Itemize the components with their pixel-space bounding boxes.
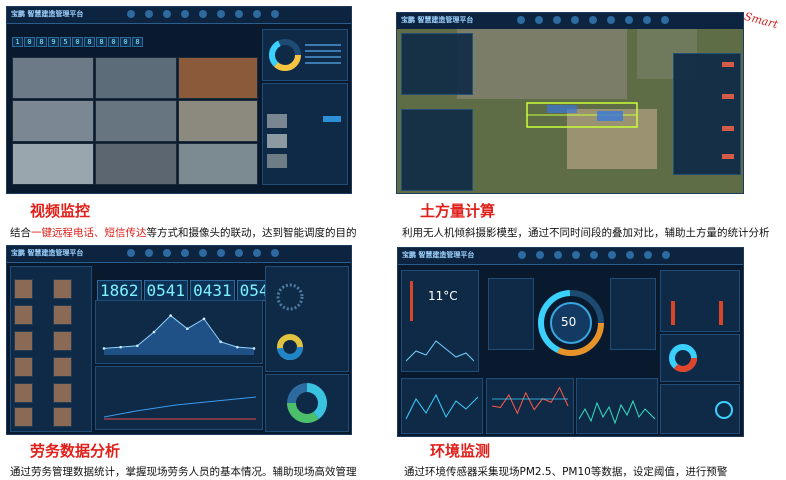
area-fill [104,315,254,355]
top-bar: 宝鹏 智慧建造管理平台 [7,246,351,263]
counter-digit: 8 [36,37,47,47]
labor-trend-panel [95,300,263,364]
data-point [236,345,239,349]
top-bar: 宝鹏 智慧建造管理平台 [397,13,743,30]
attendance-line-chart [103,396,257,420]
counter-digit: 5 [60,37,71,47]
top-bar: 宝鹏 智慧建造管理平台 [398,248,743,265]
data-point [136,344,139,348]
aqi-value: 50 [561,315,577,329]
worker-list-panel[interactable] [10,266,92,432]
nav-icons[interactable] [127,249,279,257]
noise-chart [578,399,656,425]
smart-watermark: Smart [742,9,780,32]
counter-digit: 9 [48,37,59,47]
nav-icons[interactable] [127,10,279,18]
section-title-video: 视频监控 [30,202,91,220]
pm10-chart [491,386,569,415]
platform-logo: 宝鹏 智慧建造管理平台 [402,251,475,259]
nav-icons[interactable] [517,16,669,24]
camera-list-panel[interactable] [262,83,348,185]
team-donut [276,283,304,360]
ratio-panel [660,334,740,382]
type-pie-panel [265,374,349,432]
layer-panel[interactable] [401,33,473,95]
platform-logo: 宝鹏 智慧建造管理平台 [11,249,84,257]
section-desc-earthwork: 利用无人机倾斜摄影模型，通过不同时间段的叠加对比，辅助土方量的统计分析 [402,227,770,239]
camera-feed[interactable] [178,57,258,99]
section-title-labor: 劳务数据分析 [30,442,121,460]
weather-panel: 11°C [401,270,479,372]
data-point [219,340,222,344]
desc-part: 结合 [10,227,31,239]
nav-icons[interactable] [518,251,670,259]
labor-area-chart [102,314,256,355]
counter-digit: 8 [96,37,107,47]
section-desc-video: 结合一键远程电话、短信传达等方式和摄像头的联动，达到智能调度的目的 [10,225,357,240]
temperature-value: 11°C [428,289,458,303]
labor-counter: 1862 0541 0431 0541 [97,280,283,301]
pm25-panel [401,378,483,434]
sensor-left-panel [488,278,534,350]
camera-feed[interactable] [178,100,258,142]
environment-screenshot: 宝鹏 智慧建造管理平台 11°C 50 [397,247,744,437]
camera-feed[interactable] [12,143,94,185]
pm25-chart [405,393,479,420]
data-point [119,345,122,349]
section-title-earthwork: 土方量计算 [420,202,496,220]
top-bar: 宝鹏 智慧建造管理平台 [7,7,351,24]
counter-digit: 0 [72,37,83,47]
desc-part: 一键远程电话、短信传达 [31,227,147,239]
pm10-panel [486,378,574,434]
counter-strip: 10895088008 [12,29,144,48]
counter-digit: 0 [108,37,119,47]
counter-block: 0431 [190,280,235,301]
camera-feed[interactable] [12,57,94,99]
desc-part: 等方式和摄像头的联动，达到智能调度的目的 [146,227,357,239]
temp-line-chart [406,340,474,362]
series-line [491,386,569,415]
ratio-donut [669,344,697,372]
camera-feed[interactable] [95,100,177,142]
noise-panel [576,378,658,434]
earthwork-screenshot: 宝鹏 智慧建造管理平台 [396,12,744,194]
section-desc-labor: 通过劳务管理数据统计，掌握现场劳务人员的基本情况。辅助现场高效管理 [10,466,357,478]
section-desc-env: 通过环境传感器采集现场PM2.5、PM10等数据，设定阈值，进行预警 [404,466,728,478]
counter-block: 0541 [143,280,189,301]
data-point [186,327,189,331]
tool-panel[interactable] [401,109,473,191]
attendance-panel [95,366,263,430]
video-monitor-screenshot: 宝鹏 智慧建造管理平台 10895088008 [6,6,352,194]
counter-digit: 0 [120,37,131,47]
counter-digit: 8 [132,37,143,47]
camera-feed[interactable] [95,143,177,185]
pie-hole [296,392,318,414]
section-title-env: 环境监测 [430,442,491,460]
platform-logo: 宝鹏 智慧建造管理平台 [401,16,474,24]
data-point [202,317,206,321]
camera-feed[interactable] [178,143,258,185]
data-point [252,347,256,350]
camera-feed[interactable] [95,57,177,99]
measure-result-panel[interactable] [673,53,741,175]
data-point [152,330,156,334]
data-point [102,347,106,350]
camera-feed[interactable] [12,100,94,142]
alert-panel [660,384,740,434]
counter-digit: 8 [84,37,95,47]
device-panel [262,29,348,81]
sensor-right-panel [610,278,656,350]
labor-pie-chart [287,383,327,423]
warning-panel [660,270,740,332]
team-stats-panel [265,266,349,372]
donut-chart [269,39,341,71]
counter-block: 1862 [97,280,142,301]
labor-screenshot: 宝鹏 智慧建造管理平台 1862 0541 0431 0541 [6,245,352,435]
counter-digit: 0 [24,37,35,47]
platform-logo: 宝鹏 智慧建造管理平台 [11,10,84,18]
counter-digit: 1 [12,37,23,47]
data-point [169,314,172,317]
